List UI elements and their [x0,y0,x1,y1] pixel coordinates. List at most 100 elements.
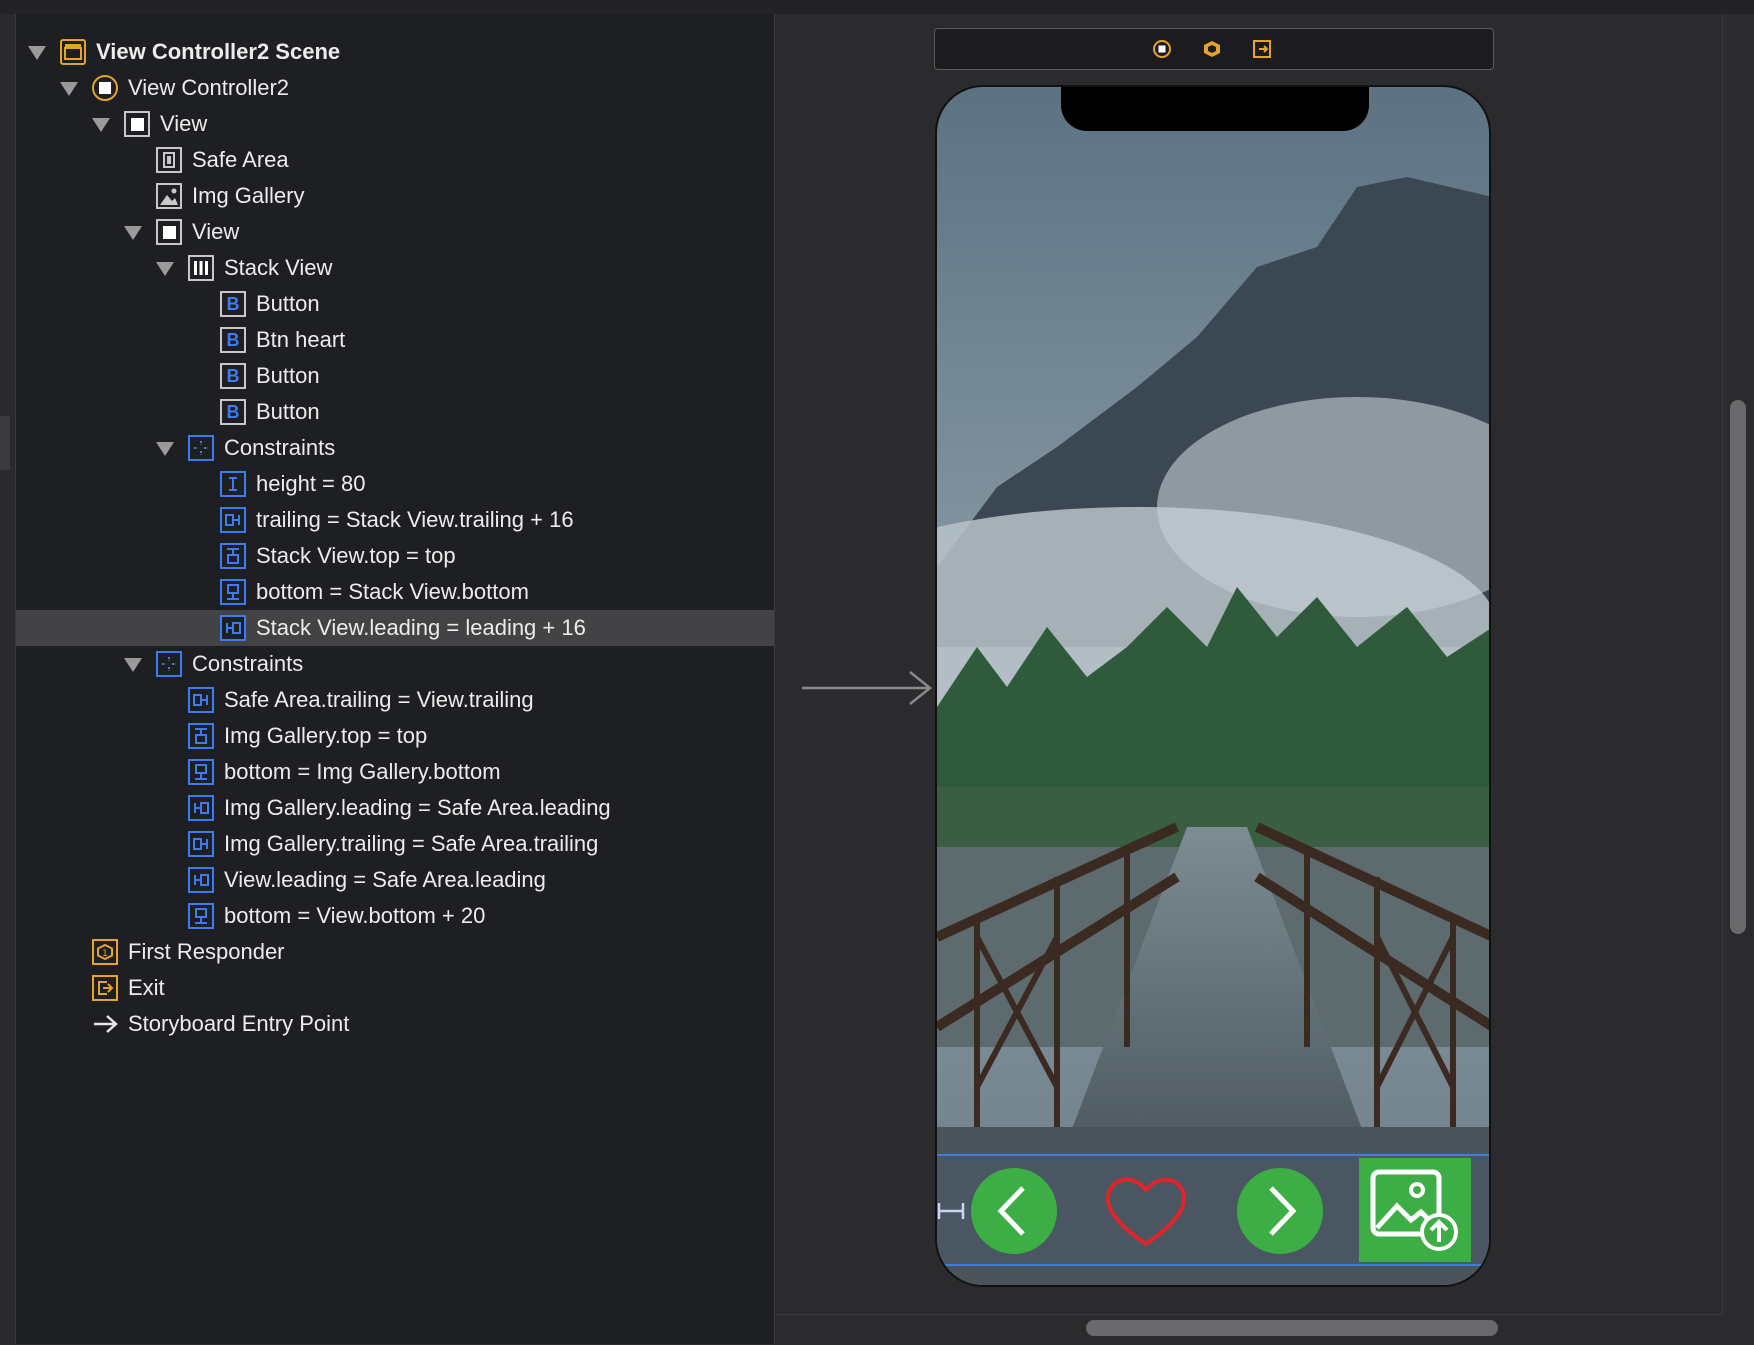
outline-row-label: Img Gallery.leading = Safe Area.leading [224,795,611,820]
outline-row-label: Button [256,363,320,388]
outline-row-view[interactable]: View [16,214,774,250]
outline-row-constraint[interactable]: Safe Area.trailing = View.trailing [16,682,774,718]
outline-row-button[interactable]: B Button [16,358,774,394]
outline-row-label: Constraints [224,435,336,460]
outline-row-view-controller[interactable]: View Controller2 [16,70,774,106]
outline-row-entry-point[interactable]: Storyboard Entry Point [16,1006,774,1042]
btn-heart[interactable] [1101,1170,1191,1252]
outline-row-label: Constraints [192,651,304,676]
first-responder-icon: 1 [92,939,118,965]
leading-constraint-icon [188,867,214,893]
outline-row-constraint-selected[interactable]: Stack View.leading = leading + 16 [16,610,774,646]
button-icon: B [220,363,246,389]
phone-notch [1061,87,1369,131]
outline-row-scene[interactable]: View Controller2 Scene [16,34,774,70]
exit-icon [92,975,118,1001]
outline-row-stack-view[interactable]: Stack View [16,250,774,286]
outline-row-constraint[interactable]: bottom = View.bottom + 20 [16,898,774,934]
scene-dock[interactable] [934,28,1494,70]
stack-view-toolbar[interactable] [937,1154,1489,1266]
outline-row-label: Button [256,291,320,316]
outline-row-label: Button [256,399,320,424]
constraints-icon [188,435,214,461]
outline-row-label: Exit [128,975,165,1000]
outline-row-constraints[interactable]: Constraints [16,430,774,466]
image-view-icon [156,183,182,209]
trailing-constraint-icon [188,831,214,857]
outline-row-label: Stack View [224,255,333,280]
view-icon [124,111,150,137]
upload-image-button[interactable] [1359,1158,1471,1262]
back-button[interactable] [971,1168,1057,1254]
trailing-constraint-icon [220,507,246,533]
outline-row-constraint[interactable]: trailing = Stack View.trailing + 16 [16,502,774,538]
outline-row-view[interactable]: View [16,106,774,142]
disclosure-triangle-icon[interactable] [156,262,174,276]
disclosure-triangle-icon[interactable] [156,442,174,456]
outline-row-label: Storyboard Entry Point [128,1011,350,1036]
outline-row-label: Img Gallery [192,183,305,208]
heart-icon [1106,1177,1186,1247]
bottom-constraint-icon [188,759,214,785]
view-controller-icon[interactable] [1153,40,1171,58]
outline-row-label: Img Gallery.top = top [224,723,428,748]
button-icon: B [220,327,246,353]
outline-row-first-responder[interactable]: 1 First Responder [16,934,774,970]
safe-area-icon [156,147,182,173]
first-responder-icon[interactable] [1203,40,1221,58]
outline-row-constraints[interactable]: Constraints [16,646,774,682]
outline-row-constraint[interactable]: bottom = Stack View.bottom [16,574,774,610]
outline-row-img-gallery[interactable]: Img Gallery [16,178,774,214]
leading-constraint-icon [220,615,246,641]
outline-row-constraint[interactable]: Img Gallery.trailing = Safe Area.trailin… [16,826,774,862]
outline-row-btn-heart[interactable]: B Btn heart [16,322,774,358]
view-controller-icon [92,75,118,101]
outline-row-label: Safe Area [192,147,289,172]
outline-row-label: View Controller2 Scene [96,39,341,64]
disclosure-triangle-icon[interactable] [124,226,142,240]
outline-row-constraint[interactable]: Stack View.top = top [16,538,774,574]
exit-icon[interactable] [1253,40,1271,58]
back-arrow-icon [997,1186,1025,1236]
outline-row-constraint[interactable]: height = 80 [16,466,774,502]
outline-row-button[interactable]: B Button [16,286,774,322]
height-constraint-icon [220,471,246,497]
outline-row-constraint[interactable]: Img Gallery.leading = Safe Area.leading [16,790,774,826]
outline-row-label: Stack View.top = top [256,543,456,568]
outline-row-constraint[interactable]: View.leading = Safe Area.leading [16,862,774,898]
outline-row-label: trailing = Stack View.trailing + 16 [256,507,574,532]
outline-row-label: Img Gallery.trailing = Safe Area.trailin… [224,831,599,856]
storyboard-entry-arrow-icon[interactable] [800,668,934,713]
leading-constraint-handle-icon [937,1200,965,1227]
outline-row-label: View [160,111,208,136]
outline-row-label: View Controller2 [128,75,290,100]
disclosure-triangle-icon[interactable] [60,82,78,96]
outline-row-label: height = 80 [256,471,366,496]
outline-row-constraint[interactable]: Img Gallery.top = top [16,718,774,754]
outline-row-constraint[interactable]: bottom = Img Gallery.bottom [16,754,774,790]
outline-row-label: bottom = Img Gallery.bottom [224,759,501,784]
outline-row-label: First Responder [128,939,285,964]
forward-button[interactable] [1237,1168,1323,1254]
disclosure-triangle-icon[interactable] [92,118,110,132]
outline-row-label: Btn heart [256,327,346,352]
window-top-strip [0,0,1754,15]
outline-row-label: Safe Area.trailing = View.trailing [224,687,534,712]
vertical-scrollbar[interactable] [1730,400,1746,934]
outline-row-safe-area[interactable]: Safe Area [16,142,774,178]
disclosure-triangle-icon[interactable] [28,46,46,60]
outline-row-button[interactable]: B Button [16,394,774,430]
entry-arrow-icon [92,1012,120,1042]
forward-arrow-icon [1269,1186,1297,1236]
document-outline[interactable]: View Controller2 Scene View Controller2 … [16,14,775,1344]
stack-view-icon [188,255,214,281]
outline-row-label: Stack View.leading = leading + 16 [256,615,586,640]
img-gallery-photo [937,87,1489,1285]
left-gutter [0,14,16,1344]
outline-row-exit[interactable]: Exit [16,970,774,1006]
disclosure-triangle-icon[interactable] [124,658,142,672]
iphone-frame[interactable] [935,85,1491,1287]
top-constraint-icon [220,543,246,569]
horizontal-scrollbar[interactable] [1086,1320,1498,1336]
leading-constraint-icon [188,795,214,821]
